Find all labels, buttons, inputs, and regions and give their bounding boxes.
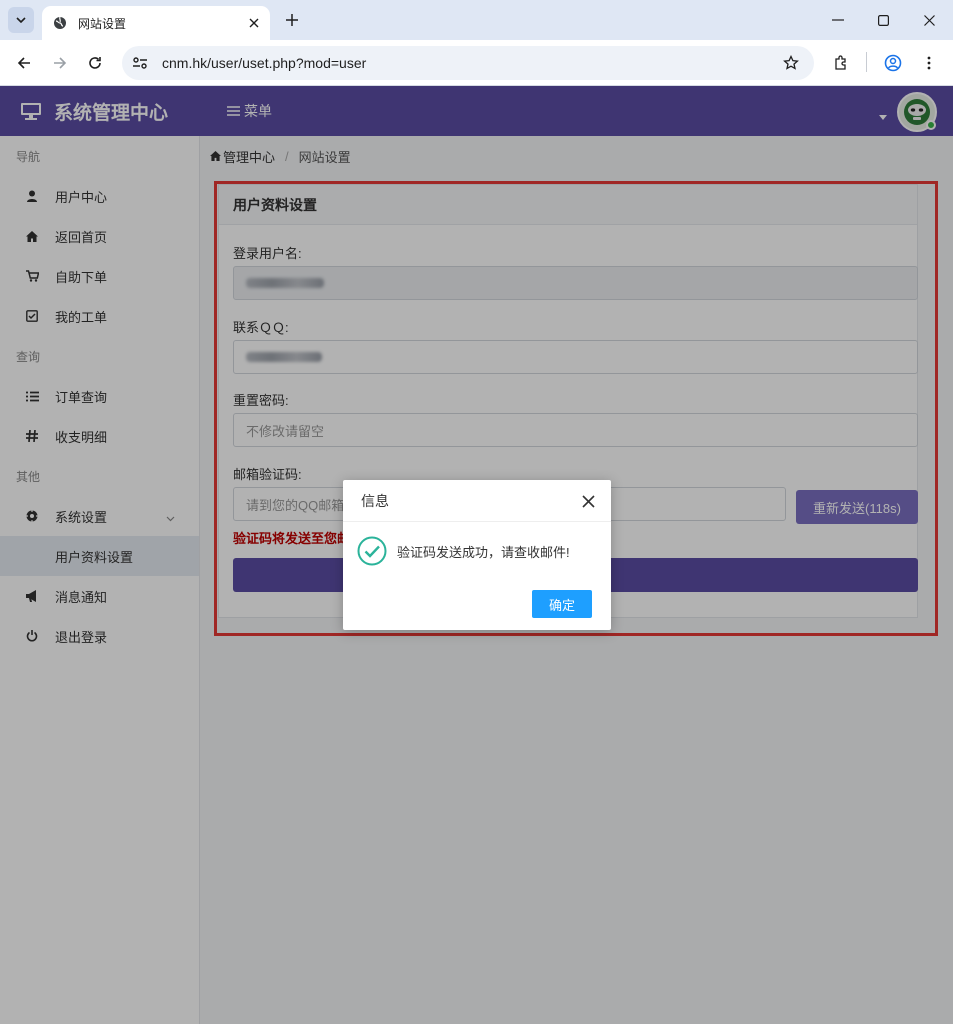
success-check-icon <box>357 536 387 566</box>
chevron-down-icon <box>16 17 26 23</box>
dialog-title: 信息 <box>361 492 389 509</box>
minimize-icon[interactable] <box>828 10 848 30</box>
forward-arrow-icon[interactable] <box>49 52 71 74</box>
tab-title: 网站设置 <box>78 16 127 31</box>
globe-icon <box>52 15 68 31</box>
extensions-icon[interactable] <box>830 52 852 74</box>
dialog-header: 信息 <box>343 480 611 522</box>
confirm-button[interactable]: 确定 <box>532 590 592 618</box>
url-text: cnm.hk/user/uset.php?mod=user <box>162 55 367 71</box>
back-arrow-icon[interactable] <box>13 52 35 74</box>
dialog-message: 验证码发送成功，请查收邮件! <box>397 544 570 560</box>
tab-search-button[interactable] <box>8 7 34 33</box>
site-info-icon[interactable] <box>126 49 154 77</box>
reload-icon[interactable] <box>84 52 106 74</box>
close-icon[interactable] <box>579 492 597 510</box>
browser-toolbar: cnm.hk/user/uset.php?mod=user <box>0 40 953 86</box>
window-close-icon[interactable] <box>919 10 939 30</box>
address-bar[interactable]: cnm.hk/user/uset.php?mod=user <box>122 46 814 80</box>
toolbar-divider <box>866 52 867 72</box>
browser-tab-active[interactable]: 网站设置 <box>42 6 270 40</box>
info-dialog: 信息 验证码发送成功，请查收邮件! 确定 <box>343 480 611 630</box>
maximize-icon[interactable] <box>873 10 893 30</box>
tab-close-icon[interactable] <box>244 13 264 33</box>
dialog-body: 验证码发送成功，请查收邮件! <box>357 536 570 566</box>
bookmark-star-icon[interactable] <box>778 50 804 76</box>
browser-tabstrip: 网站设置 <box>0 0 953 40</box>
new-tab-icon[interactable] <box>281 9 303 31</box>
profile-icon[interactable] <box>882 52 904 74</box>
kebab-menu-icon[interactable] <box>918 52 940 74</box>
